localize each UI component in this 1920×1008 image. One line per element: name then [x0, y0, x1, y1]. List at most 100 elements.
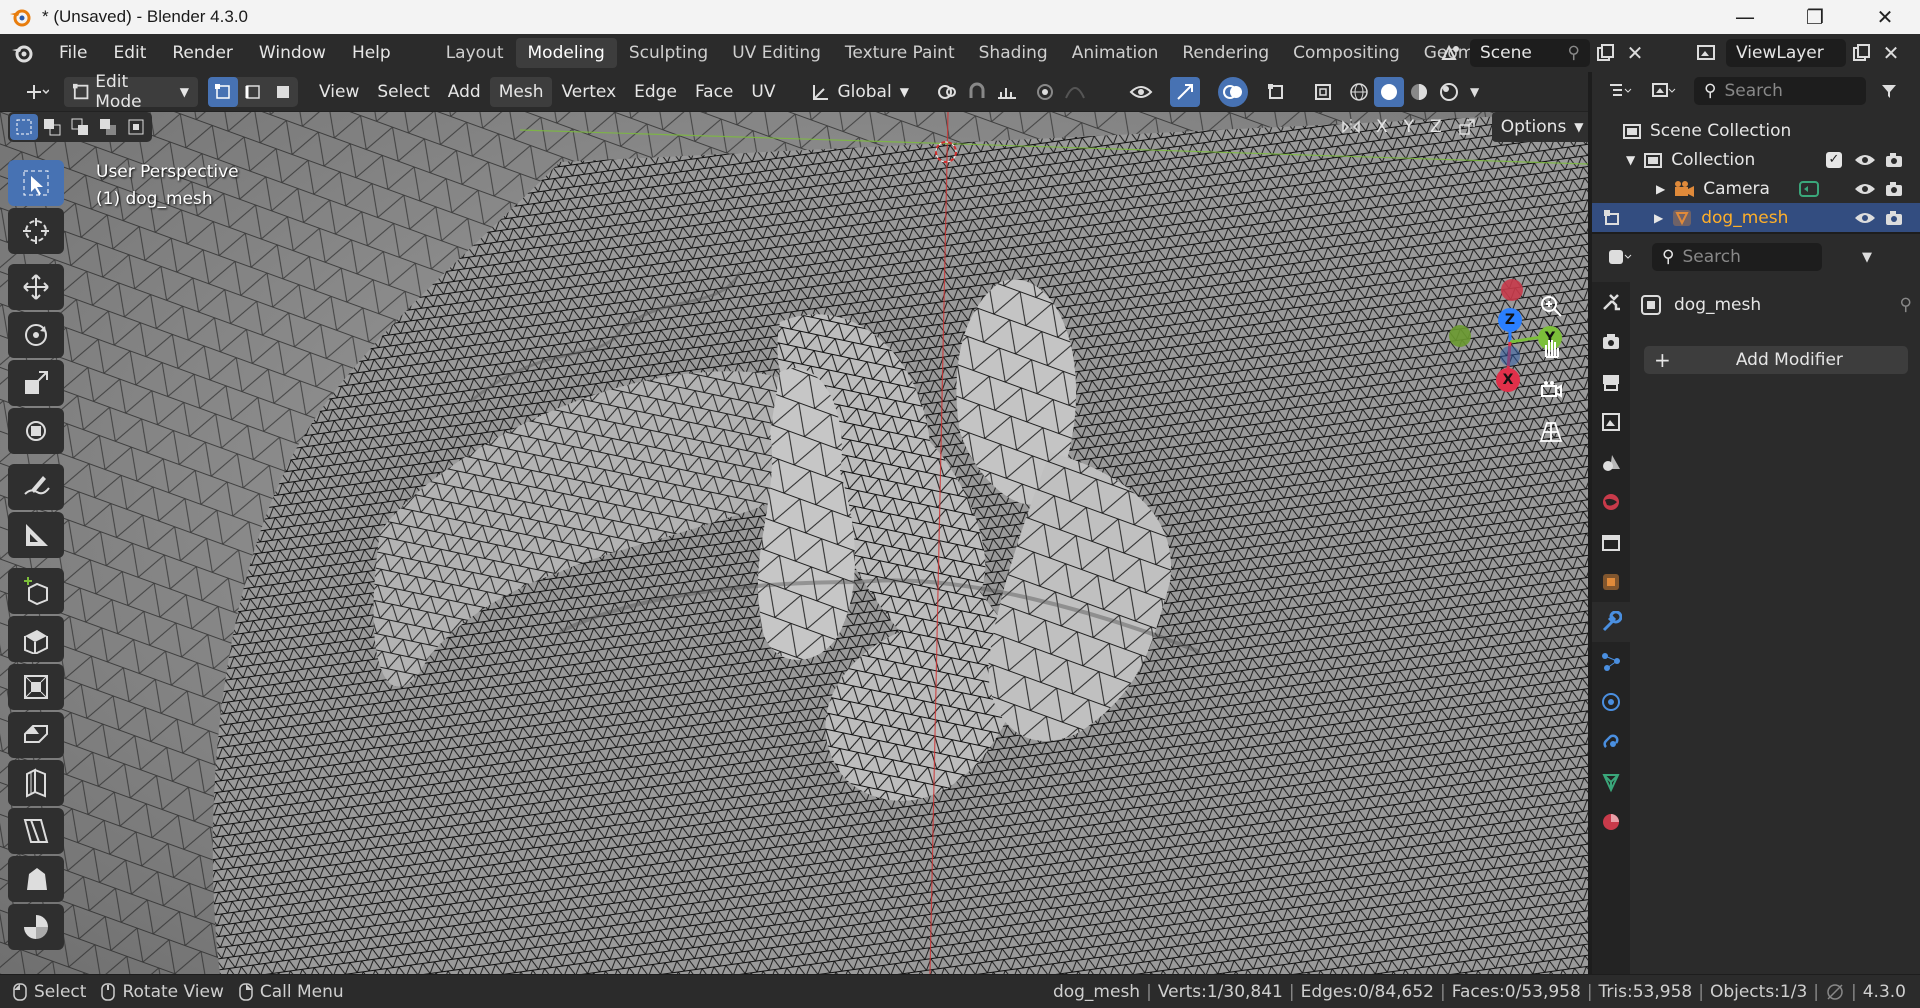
inset-tool[interactable]: [8, 664, 64, 710]
gizmo-toggle-icon[interactable]: [1169, 76, 1200, 107]
snap-target-icon[interactable]: [992, 77, 1022, 107]
auto-merge-icon[interactable]: [1452, 112, 1482, 142]
eye-icon[interactable]: [1854, 210, 1876, 226]
tab-world[interactable]: [1592, 482, 1630, 522]
menu-view[interactable]: View: [310, 77, 368, 107]
edge-select-icon[interactable]: [238, 77, 268, 107]
menu-add[interactable]: Add: [439, 77, 490, 107]
menu-edge[interactable]: Edge: [625, 77, 686, 107]
cursor-tool[interactable]: [8, 208, 64, 254]
chevron-down-icon[interactable]: ▼: [1626, 153, 1635, 167]
tab-data[interactable]: [1592, 762, 1630, 802]
viewlayer-field[interactable]: ViewLayer: [1726, 39, 1846, 67]
poly-build-tool[interactable]: [8, 856, 64, 902]
mesh-edit-overlays-icon[interactable]: [1262, 77, 1292, 107]
mirror-x-toggle[interactable]: X: [1370, 112, 1394, 142]
solid-shading-icon[interactable]: [1373, 76, 1404, 107]
rotate-tool[interactable]: [8, 312, 64, 358]
eye-icon[interactable]: [1854, 181, 1876, 197]
falloff-icon[interactable]: [1060, 77, 1090, 107]
material-shading-icon[interactable]: [1404, 77, 1434, 107]
render-camera-icon[interactable]: [1884, 209, 1904, 227]
vertex-select-icon[interactable]: [208, 76, 238, 107]
camera-view-icon[interactable]: [1532, 372, 1570, 408]
edit-mode-indicator-icon[interactable]: [1602, 208, 1624, 228]
filter-icon[interactable]: [1874, 76, 1904, 106]
menu-render[interactable]: Render: [159, 34, 246, 72]
select-intersect-icon[interactable]: [122, 114, 150, 140]
zoom-icon[interactable]: [1532, 288, 1570, 324]
mode-dropdown[interactable]: Edit Mode ▼: [64, 72, 198, 112]
maximize-button[interactable]: ❐: [1780, 0, 1850, 34]
scene-field[interactable]: Scene ⚲: [1470, 39, 1590, 67]
viewlayer-selector-icon[interactable]: [1692, 38, 1722, 68]
close-button[interactable]: ✕: [1850, 0, 1920, 34]
tab-uv-editing[interactable]: UV Editing: [720, 38, 833, 68]
tab-modifiers[interactable]: [1592, 602, 1630, 642]
camera-data-icon[interactable]: [1798, 179, 1820, 199]
visibility-icon[interactable]: [1126, 77, 1156, 107]
menu-mesh[interactable]: Mesh: [489, 76, 553, 107]
transform-orientation-dropdown[interactable]: Global ▼: [802, 77, 917, 107]
menu-face[interactable]: Face: [686, 77, 742, 107]
delete-viewlayer-icon[interactable]: ✕: [1876, 38, 1906, 68]
properties-search-field[interactable]: ⚲ Search: [1652, 243, 1822, 271]
minimize-button[interactable]: —: [1710, 0, 1780, 34]
gizmo-z-axis[interactable]: Z: [1498, 308, 1522, 332]
tab-animation[interactable]: Animation: [1060, 38, 1171, 68]
tab-particles[interactable]: [1592, 642, 1630, 682]
outliner-search-field[interactable]: ⚲ Search: [1694, 77, 1866, 105]
measure-tool[interactable]: [8, 512, 64, 558]
gizmo-x-axis[interactable]: X: [1496, 368, 1520, 392]
outliner-row-dog-mesh[interactable]: ▶ dog_mesh: [1592, 203, 1920, 232]
mirror-y-toggle[interactable]: Y: [1398, 112, 1420, 142]
perspective-toggle-icon[interactable]: [1532, 414, 1570, 450]
xray-toggle-icon[interactable]: [1308, 77, 1338, 107]
extrude-tool[interactable]: [8, 616, 64, 662]
tab-rendering[interactable]: Rendering: [1170, 38, 1281, 68]
pivot-point-icon[interactable]: [932, 77, 962, 107]
rendered-shading-icon[interactable]: [1434, 77, 1464, 107]
menu-window[interactable]: Window: [246, 34, 339, 72]
add-modifier-button[interactable]: + Add Modifier: [1644, 346, 1908, 374]
menu-select[interactable]: Select: [368, 77, 438, 107]
tab-output[interactable]: [1592, 362, 1630, 402]
tab-physics[interactable]: [1592, 682, 1630, 722]
pin-icon[interactable]: ⚲: [1900, 295, 1912, 315]
3d-viewport[interactable]: User Perspective (1) dog_mesh X Y Z Opti…: [0, 112, 1588, 974]
tab-render[interactable]: [1592, 322, 1630, 362]
display-mode-icon[interactable]: [1644, 76, 1684, 106]
scene-selector-icon[interactable]: [1436, 38, 1466, 68]
proportional-edit-icon[interactable]: [1030, 77, 1060, 107]
render-camera-icon[interactable]: [1884, 180, 1904, 198]
mirror-icon[interactable]: [1336, 112, 1366, 142]
transform-tool[interactable]: [8, 408, 64, 454]
annotate-tool[interactable]: [8, 464, 64, 510]
select-invert-icon[interactable]: [94, 114, 122, 140]
delete-scene-icon[interactable]: ✕: [1620, 38, 1650, 68]
bevel-tool[interactable]: [8, 712, 64, 758]
menu-file[interactable]: File: [46, 34, 100, 72]
tab-shading[interactable]: Shading: [967, 38, 1060, 68]
select-new-icon[interactable]: [10, 114, 38, 140]
move-tool[interactable]: [8, 264, 64, 310]
options-dropdown[interactable]: Options ▼: [1491, 112, 1588, 142]
face-select-icon[interactable]: [268, 77, 298, 107]
properties-editor-type-icon[interactable]: [1600, 242, 1640, 272]
tab-tool[interactable]: [1592, 282, 1630, 322]
properties-options-chevron-icon[interactable]: ▼: [1852, 242, 1882, 272]
tab-view-layer[interactable]: [1592, 402, 1630, 442]
mirror-z-toggle[interactable]: Z: [1424, 112, 1448, 142]
shading-options-chevron-icon[interactable]: ▼: [1470, 85, 1479, 99]
outliner-editor-type-icon[interactable]: [1600, 76, 1640, 106]
new-scene-icon[interactable]: [1590, 38, 1620, 68]
tab-compositing[interactable]: Compositing: [1281, 38, 1412, 68]
select-subtract-icon[interactable]: [66, 114, 94, 140]
tab-collection[interactable]: [1592, 522, 1630, 562]
eye-icon[interactable]: [1854, 152, 1876, 168]
tab-sculpting[interactable]: Sculpting: [617, 38, 720, 68]
collection-checkbox[interactable]: ✓: [1826, 151, 1842, 168]
new-viewlayer-icon[interactable]: [1846, 38, 1876, 68]
chevron-right-icon[interactable]: ▶: [1656, 182, 1665, 196]
select-tool[interactable]: [8, 160, 64, 206]
